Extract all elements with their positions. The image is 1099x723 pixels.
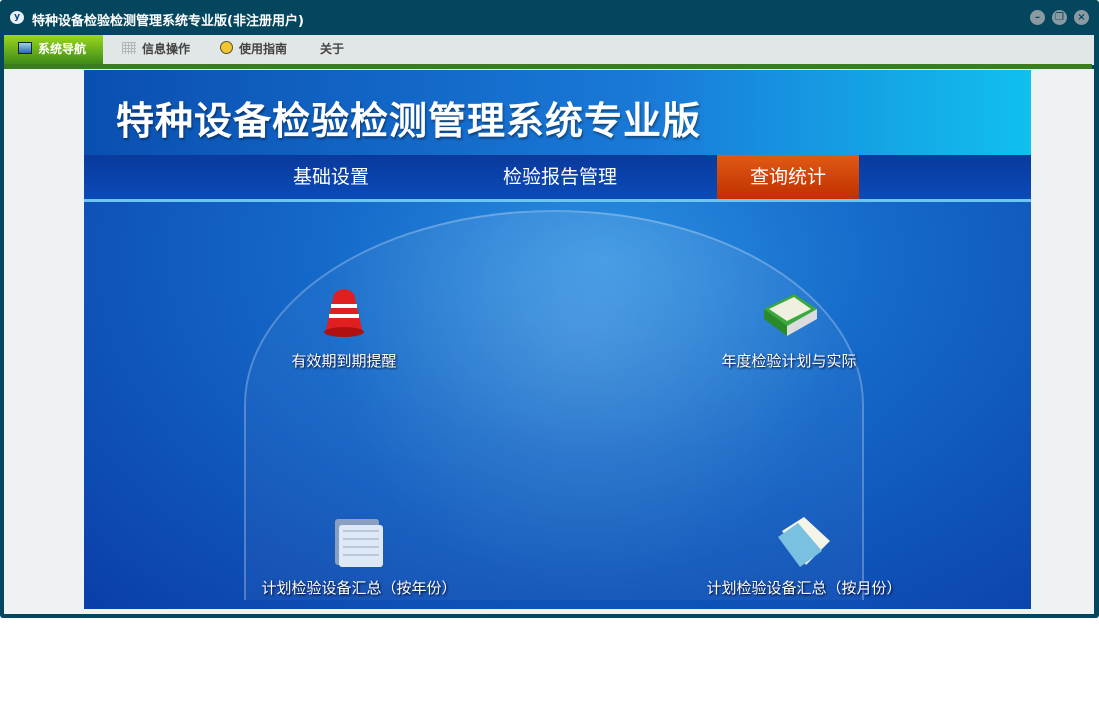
top-nav: 基础设置 检验报告管理 查询统计	[84, 155, 1031, 202]
navigation-panel: 特种设备检验检测管理系统专业版 基础设置 检验报告管理 查询统计 有效期到期提醒…	[84, 70, 1031, 609]
monitor-icon	[18, 42, 32, 54]
tile-summary-by-month[interactable]: 计划检验设备汇总（按月份）	[679, 511, 929, 598]
app-logo-icon: y	[10, 11, 24, 24]
menu-label: 信息操作	[142, 42, 191, 56]
tile-expiry-reminder[interactable]: 有效期到期提醒	[264, 284, 424, 371]
menu-label: 关于	[320, 42, 345, 56]
help-icon	[220, 41, 233, 54]
nav-basic-settings[interactable]: 基础设置	[271, 155, 391, 199]
nav-report-management[interactable]: 检验报告管理	[484, 155, 636, 199]
menu-label: 系统导航	[38, 42, 87, 56]
content-area: 特种设备检验检测管理系统专业版 基础设置 检验报告管理 查询统计 有效期到期提醒…	[4, 69, 1094, 614]
window-title: 特种设备检验检测管理系统专业版(非注册用户)	[32, 14, 304, 29]
document-icon	[778, 517, 830, 567]
menu-system-nav[interactable]: 系统导航	[4, 35, 103, 64]
banner-title: 特种设备检验检测管理系统专业版	[116, 99, 702, 143]
banner-header: 特种设备检验检测管理系统专业版	[84, 70, 1031, 155]
book-icon	[764, 294, 817, 336]
tile-annual-plan[interactable]: 年度检验计划与实际	[699, 284, 879, 371]
menu-info-ops[interactable]: 信息操作	[116, 35, 190, 64]
grid-icon	[122, 42, 136, 54]
tile-label: 计划检验设备汇总（按月份）	[706, 579, 902, 597]
menu-about[interactable]: 关于	[314, 35, 344, 64]
minimize-button[interactable]: –	[1030, 10, 1045, 25]
menu-bar: 系统导航 信息操作 使用指南 关于	[4, 35, 1094, 65]
title-bar: y 特种设备检验检测管理系统专业版(非注册用户) – ❐ ×	[0, 0, 1099, 35]
tile-label: 计划检验设备汇总（按年份）	[261, 579, 457, 597]
tile-summary-by-year[interactable]: 计划检验设备汇总（按年份）	[234, 511, 484, 598]
menu-guide[interactable]: 使用指南	[214, 35, 287, 64]
nav-query-stats[interactable]: 查询统计	[717, 155, 859, 199]
tile-label: 有效期到期提醒	[291, 352, 397, 370]
restore-button[interactable]: ❐	[1052, 10, 1067, 25]
close-button[interactable]: ×	[1074, 10, 1089, 25]
tile-label: 年度检验计划与实际	[721, 352, 857, 370]
folder-icon	[335, 519, 383, 567]
bell-icon	[324, 289, 364, 337]
menu-label: 使用指南	[239, 42, 288, 56]
app-window: y 特种设备检验检测管理系统专业版(非注册用户) – ❐ × 系统导航 信息操作…	[0, 0, 1099, 618]
